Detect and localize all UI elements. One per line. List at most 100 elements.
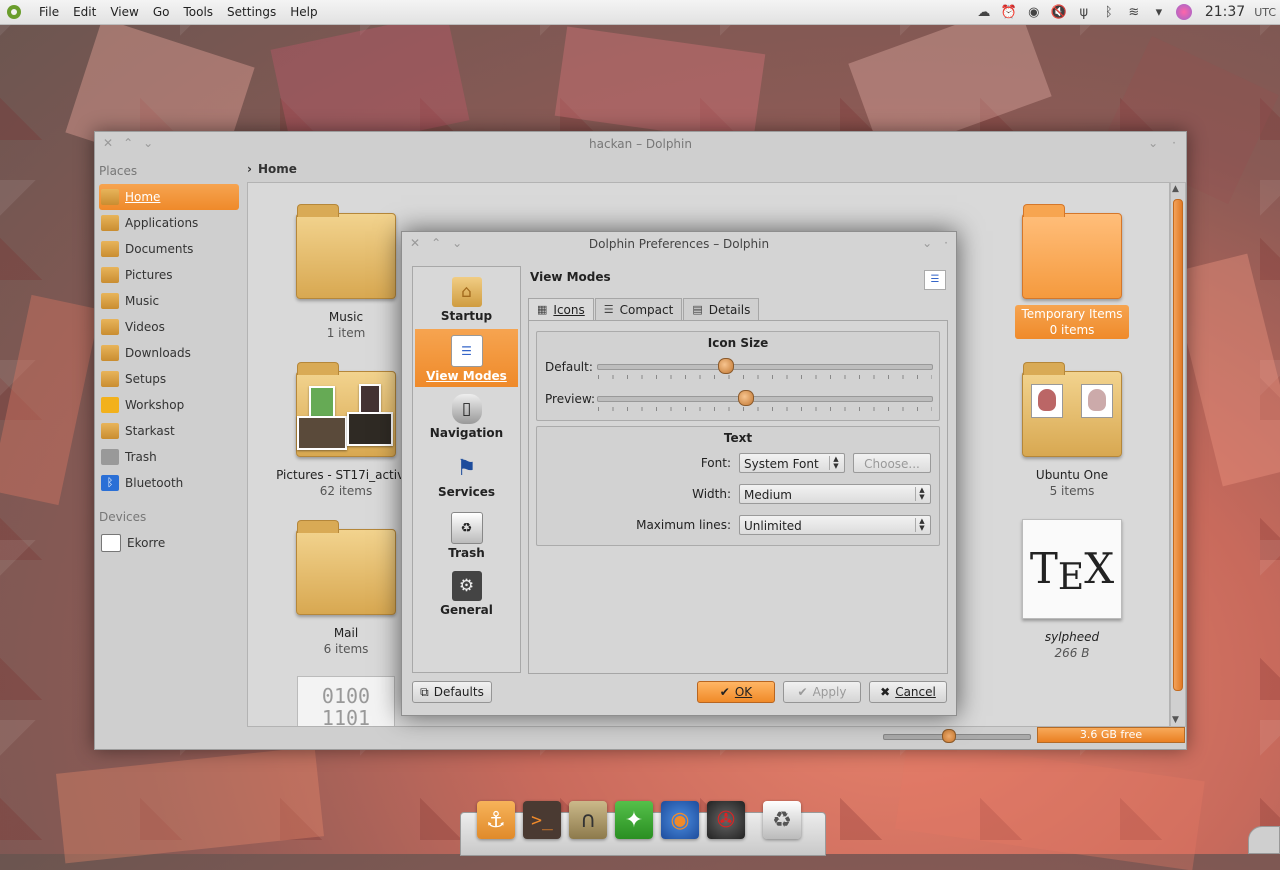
menu-dot-icon[interactable]: · xyxy=(944,236,948,250)
firefox-icon[interactable]: ◉ xyxy=(661,801,699,839)
home-folder-icon xyxy=(101,189,119,205)
media-player-icon[interactable]: ✇ xyxy=(707,801,745,839)
folder-item-music[interactable]: Music 1 item xyxy=(271,204,421,341)
cancel-button[interactable]: ✖ Cancel xyxy=(869,681,947,703)
place-videos[interactable]: Videos xyxy=(99,314,239,340)
usb-icon[interactable]: ψ xyxy=(1076,4,1092,20)
item-name: Pictures - ST17i_active- xyxy=(276,468,416,482)
place-home[interactable]: Home xyxy=(99,184,239,210)
place-setups[interactable]: Setups xyxy=(99,366,239,392)
wifi-icon[interactable]: ≋ xyxy=(1126,4,1142,20)
scroll-up-icon[interactable]: ▲ xyxy=(1172,184,1179,194)
icons-view-icon: ▦ xyxy=(537,303,548,316)
choose-font-button[interactable]: Choose... xyxy=(853,453,931,473)
slider-knob[interactable] xyxy=(717,358,734,374)
folder-icon xyxy=(1022,204,1122,299)
compass-icon[interactable]: ✦ xyxy=(615,801,653,839)
file-item-binary[interactable]: 0100 1101 xyxy=(271,676,421,726)
place-label: Music xyxy=(125,294,160,308)
clock[interactable]: 21:37 xyxy=(1205,4,1245,20)
sidebar-item-view-modes[interactable]: ☰ View Modes xyxy=(415,329,518,387)
vertical-scrollbar[interactable]: ▲ ▼ xyxy=(1170,182,1186,727)
item-name: Mail xyxy=(333,626,359,640)
minimize-icon[interactable]: ⌄ xyxy=(1148,136,1158,150)
item-name: Temporary Items xyxy=(1021,307,1123,321)
defaults-button[interactable]: ⧉ Defaults xyxy=(412,681,492,703)
free-space-bar: 3.6 GB free xyxy=(1037,727,1185,743)
scroll-down-icon[interactable]: ▼ xyxy=(1172,715,1179,725)
sidebar-item-startup[interactable]: ⌂ Startup xyxy=(415,271,518,329)
tab-compact[interactable]: ☰ Compact xyxy=(594,298,683,321)
place-workshop[interactable]: Workshop xyxy=(99,392,239,418)
file-item-sylpheed[interactable]: TEX sylpheed 266 B xyxy=(997,519,1147,661)
menu-dot-icon[interactable]: · xyxy=(1172,136,1176,150)
tab-label: Icons xyxy=(553,303,585,317)
drive-icon xyxy=(101,534,121,552)
status-bar: 3.6 GB free xyxy=(95,727,1186,749)
zoom-slider-knob[interactable] xyxy=(942,729,956,743)
tab-icons[interactable]: ▦ Icons xyxy=(528,298,594,321)
zoom-slider[interactable] xyxy=(883,729,1031,743)
breadcrumb[interactable]: › Home xyxy=(247,162,297,176)
menu-view[interactable]: View xyxy=(103,0,145,24)
place-documents[interactable]: Documents xyxy=(99,236,239,262)
graph-app-icon[interactable]: ∩ xyxy=(569,801,607,839)
alarm-icon[interactable]: ⏰ xyxy=(1001,4,1017,20)
menu-go[interactable]: Go xyxy=(146,0,177,24)
menu-file[interactable]: File xyxy=(32,0,66,24)
font-select[interactable]: System Font ▲ ▼ xyxy=(739,453,845,473)
place-downloads[interactable]: Downloads xyxy=(99,340,239,366)
sidebar-item-trash[interactable]: ♻ Trash xyxy=(415,506,518,564)
sidebar-item-navigation[interactable]: ▯ Navigation xyxy=(415,388,518,446)
place-label: Trash xyxy=(125,450,157,464)
bluetooth-icon[interactable]: ᛒ xyxy=(1101,4,1117,20)
sidebar-item-general[interactable]: ⚙ General xyxy=(415,565,518,623)
default-size-row: Default: xyxy=(545,358,933,379)
breadcrumb-home[interactable]: Home xyxy=(258,162,297,176)
tab-details[interactable]: ▤ Details xyxy=(683,298,760,321)
weather-icon[interactable]: ☁ xyxy=(976,4,992,20)
sidebar-item-label: Navigation xyxy=(429,426,504,440)
sidebar-item-services[interactable]: ⚑ Services xyxy=(415,447,518,505)
flag-icon: ⚑ xyxy=(456,455,477,481)
desktop-corner-toolbox[interactable] xyxy=(1248,826,1280,854)
device-ekorre[interactable]: Ekorre xyxy=(99,530,239,556)
user-avatar-icon[interactable] xyxy=(1175,4,1192,20)
dialog-controls-right: ⌄ · xyxy=(922,236,948,250)
chat-icon[interactable]: ◉ xyxy=(1026,4,1042,20)
preview-size-slider[interactable] xyxy=(597,390,933,411)
menu-help[interactable]: Help xyxy=(283,0,324,24)
place-bluetooth[interactable]: ᛒ Bluetooth xyxy=(99,470,239,496)
volume-muted-icon[interactable]: 🔇 xyxy=(1051,4,1067,20)
folder-item-mail[interactable]: Mail 6 items xyxy=(271,520,421,657)
folder-item-pictures[interactable]: Pictures - ST17i_active- 62 items xyxy=(271,362,421,499)
terminal-icon[interactable]: >_ xyxy=(523,801,561,839)
place-applications[interactable]: Applications xyxy=(99,210,239,236)
gear-icon: ⚙ xyxy=(451,571,482,601)
trash-icon[interactable]: ♻ xyxy=(763,801,801,839)
minimize-icon[interactable]: ⌄ xyxy=(922,236,932,250)
menu-tools[interactable]: Tools xyxy=(176,0,220,24)
menu-settings[interactable]: Settings xyxy=(220,0,283,24)
max-lines-select[interactable]: Unlimited ▲ ▼ xyxy=(739,515,931,535)
place-music[interactable]: Music xyxy=(99,288,239,314)
slider-knob[interactable] xyxy=(737,390,754,406)
timezone-label: UTC xyxy=(1254,5,1276,19)
scrollbar-thumb[interactable] xyxy=(1173,199,1183,691)
chevron-down-icon[interactable]: ▾ xyxy=(1151,4,1167,20)
defaults-icon: ⧉ xyxy=(420,685,429,699)
kde-gear-icon[interactable] xyxy=(4,2,24,22)
place-starkast[interactable]: Starkast xyxy=(99,418,239,444)
folder-item-temporary[interactable]: Temporary Items 0 items xyxy=(997,204,1147,339)
apply-button[interactable]: ✔ Apply xyxy=(783,681,861,703)
default-size-slider[interactable] xyxy=(597,358,933,379)
width-select[interactable]: Medium ▲ ▼ xyxy=(739,484,931,504)
place-trash[interactable]: Trash xyxy=(99,444,239,470)
place-label: Documents xyxy=(125,242,194,256)
menu-edit[interactable]: Edit xyxy=(66,0,103,24)
ok-button[interactable]: ✔ OK xyxy=(697,681,775,703)
place-pictures[interactable]: Pictures xyxy=(99,262,239,288)
item-name: Music xyxy=(328,310,364,324)
folder-item-ubuntu-one[interactable]: Ubuntu One 5 items xyxy=(997,362,1147,499)
anchor-icon[interactable]: ⚓ xyxy=(477,801,515,839)
